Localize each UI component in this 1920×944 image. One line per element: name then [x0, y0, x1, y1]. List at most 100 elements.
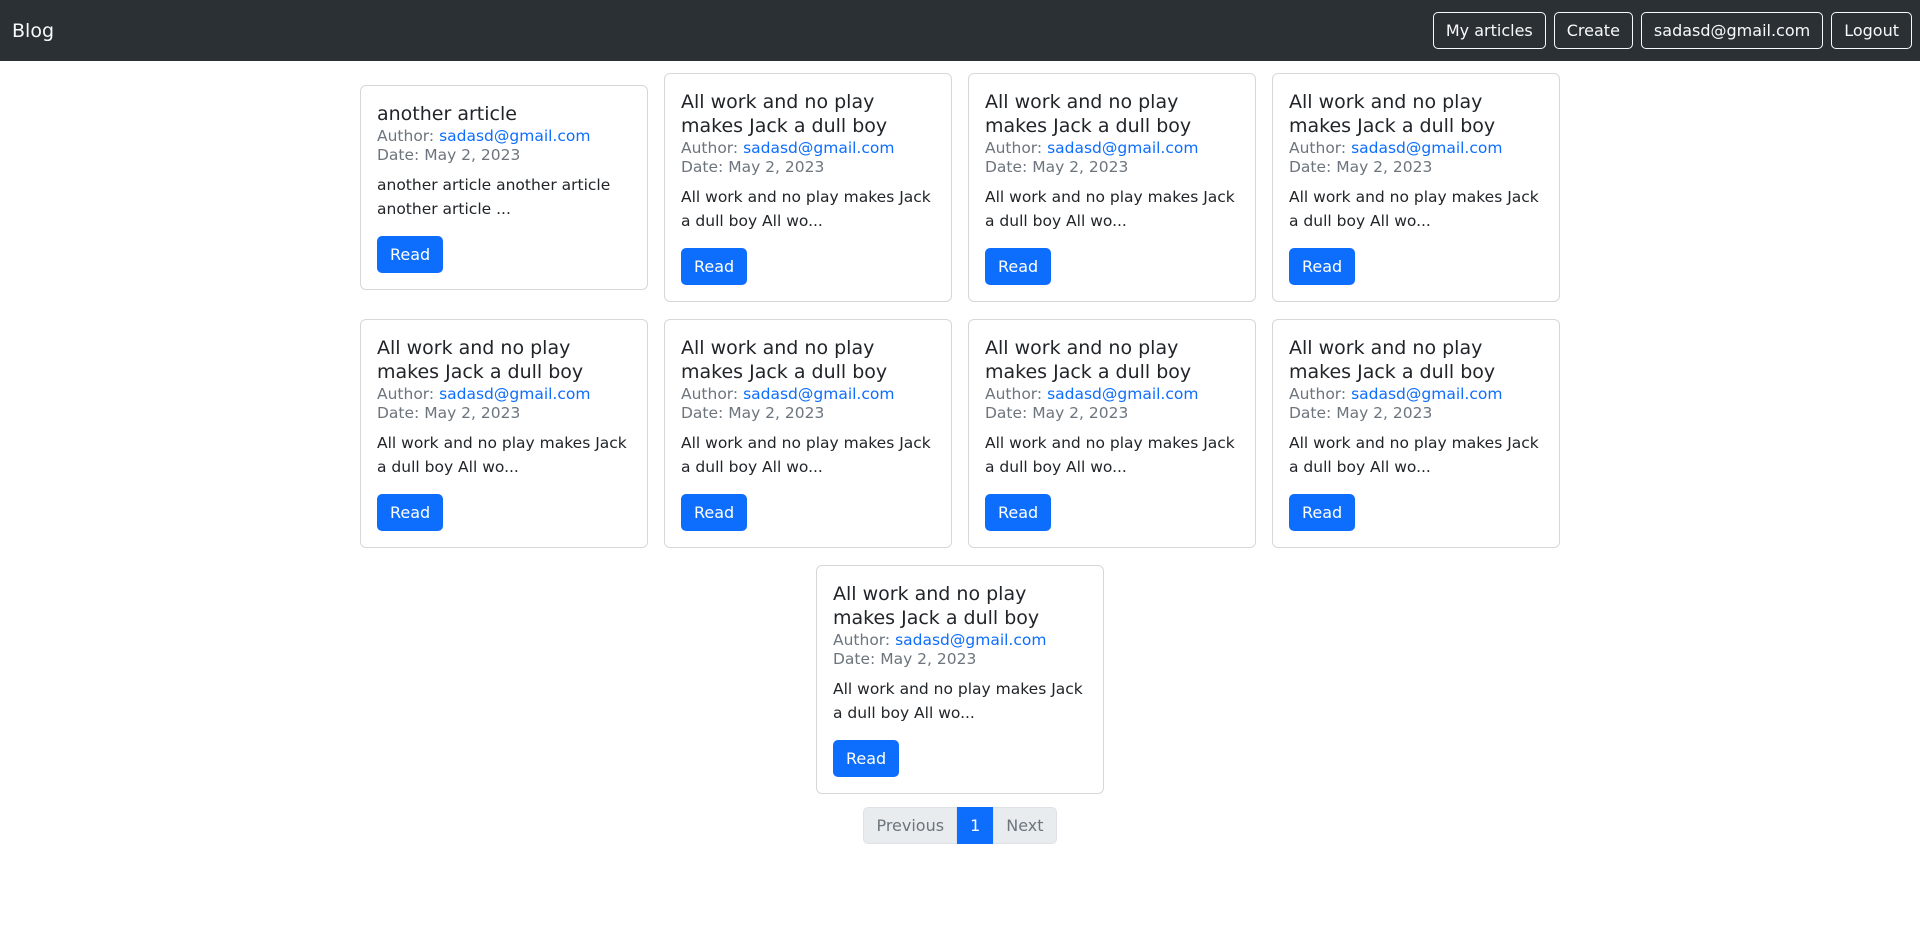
article-date: Date: May 2, 2023 [985, 404, 1239, 423]
author-label: Author: [833, 631, 896, 649]
author-link[interactable]: sadasd@gmail.com [743, 385, 894, 403]
date-label: Date: [833, 650, 881, 668]
author-link[interactable]: sadasd@gmail.com [439, 385, 590, 403]
read-button[interactable]: Read [833, 740, 900, 777]
author-link[interactable]: sadasd@gmail.com [1047, 385, 1198, 403]
date-label: Date: [985, 158, 1033, 176]
article-date: Date: May 2, 2023 [985, 158, 1239, 177]
date-value: May 2, 2023 [1032, 158, 1129, 176]
navbar: Blog My articles Create sadasd@gmail.com… [0, 0, 1920, 61]
create-button[interactable]: Create [1553, 12, 1633, 49]
author-label: Author: [1289, 385, 1352, 403]
date-label: Date: [1289, 158, 1337, 176]
author-label: Author: [985, 139, 1048, 157]
article-excerpt: All work and no play makes Jack a dull b… [681, 434, 931, 476]
date-label: Date: [681, 158, 729, 176]
date-value: May 2, 2023 [424, 146, 521, 164]
pagination: Previous 1 Next [360, 807, 1560, 844]
article-excerpt: All work and no play makes Jack a dull b… [985, 188, 1235, 230]
article-grid: another article Author: sadasd@gmail.com… [360, 61, 1560, 794]
author-link[interactable]: sadasd@gmail.com [439, 127, 590, 145]
article-excerpt: All work and no play makes Jack a dull b… [985, 434, 1235, 476]
read-button[interactable]: Read [681, 248, 748, 285]
article-author: Author: sadasd@gmail.com [681, 139, 935, 158]
article-card: All work and no play makes Jack a dull b… [1272, 73, 1560, 302]
author-label: Author: [681, 385, 744, 403]
read-button[interactable]: Read [681, 494, 748, 531]
date-value: May 2, 2023 [1032, 404, 1129, 422]
date-label: Date: [681, 404, 729, 422]
author-link[interactable]: sadasd@gmail.com [895, 631, 1046, 649]
article-title: All work and no play makes Jack a dull b… [1289, 91, 1496, 137]
date-value: May 2, 2023 [728, 158, 825, 176]
article-excerpt: All work and no play makes Jack a dull b… [833, 680, 1083, 722]
article-date: Date: May 2, 2023 [377, 404, 631, 423]
author-label: Author: [985, 385, 1048, 403]
article-author: Author: sadasd@gmail.com [1289, 385, 1543, 404]
article-title: All work and no play makes Jack a dull b… [681, 91, 888, 137]
article-title: All work and no play makes Jack a dull b… [681, 337, 888, 383]
nav-actions: My articles Create sadasd@gmail.com Logo… [1432, 12, 1912, 49]
article-title: another article [377, 103, 517, 125]
date-value: May 2, 2023 [880, 650, 977, 668]
article-title: All work and no play makes Jack a dull b… [985, 337, 1192, 383]
article-author: Author: sadasd@gmail.com [985, 139, 1239, 158]
date-label: Date: [377, 404, 425, 422]
pagination-next[interactable]: Next [993, 807, 1057, 844]
author-label: Author: [377, 385, 440, 403]
author-label: Author: [377, 127, 440, 145]
author-link[interactable]: sadasd@gmail.com [1351, 139, 1502, 157]
read-button[interactable]: Read [1289, 494, 1356, 531]
article-author: Author: sadasd@gmail.com [985, 385, 1239, 404]
article-author: Author: sadasd@gmail.com [1289, 139, 1543, 158]
user-email-button[interactable]: sadasd@gmail.com [1640, 12, 1824, 49]
date-value: May 2, 2023 [424, 404, 521, 422]
read-button[interactable]: Read [377, 494, 444, 531]
article-excerpt: All work and no play makes Jack a dull b… [681, 188, 931, 230]
article-excerpt: All work and no play makes Jack a dull b… [377, 434, 627, 476]
article-card: another article Author: sadasd@gmail.com… [360, 85, 648, 290]
article-card: All work and no play makes Jack a dull b… [968, 73, 1256, 302]
article-excerpt: another article another article another … [377, 176, 611, 218]
brand-link[interactable]: Blog [12, 20, 54, 42]
article-date: Date: May 2, 2023 [1289, 404, 1543, 423]
author-label: Author: [1289, 139, 1352, 157]
article-title: All work and no play makes Jack a dull b… [377, 337, 584, 383]
article-card: All work and no play makes Jack a dull b… [968, 319, 1256, 548]
article-author: Author: sadasd@gmail.com [377, 385, 631, 404]
date-label: Date: [1289, 404, 1337, 422]
article-title: All work and no play makes Jack a dull b… [1289, 337, 1496, 383]
article-author: Author: sadasd@gmail.com [833, 631, 1087, 650]
article-title: All work and no play makes Jack a dull b… [833, 583, 1040, 629]
date-value: May 2, 2023 [1336, 404, 1433, 422]
date-label: Date: [985, 404, 1033, 422]
article-card: All work and no play makes Jack a dull b… [816, 565, 1104, 794]
pagination-page-1[interactable]: 1 [957, 807, 994, 844]
article-excerpt: All work and no play makes Jack a dull b… [1289, 434, 1539, 476]
author-link[interactable]: sadasd@gmail.com [743, 139, 894, 157]
article-author: Author: sadasd@gmail.com [377, 127, 631, 146]
article-card: All work and no play makes Jack a dull b… [664, 319, 952, 548]
article-date: Date: May 2, 2023 [377, 146, 631, 165]
article-excerpt: All work and no play makes Jack a dull b… [1289, 188, 1539, 230]
article-date: Date: May 2, 2023 [1289, 158, 1543, 177]
date-label: Date: [377, 146, 425, 164]
read-button[interactable]: Read [377, 236, 444, 273]
main-content: another article Author: sadasd@gmail.com… [360, 61, 1560, 844]
article-title: All work and no play makes Jack a dull b… [985, 91, 1192, 137]
logout-button[interactable]: Logout [1831, 12, 1912, 49]
author-link[interactable]: sadasd@gmail.com [1047, 139, 1198, 157]
article-card: All work and no play makes Jack a dull b… [664, 73, 952, 302]
read-button[interactable]: Read [1289, 248, 1356, 285]
author-label: Author: [681, 139, 744, 157]
article-card: All work and no play makes Jack a dull b… [360, 319, 648, 548]
article-date: Date: May 2, 2023 [681, 404, 935, 423]
read-button[interactable]: Read [985, 494, 1052, 531]
read-button[interactable]: Read [985, 248, 1052, 285]
author-link[interactable]: sadasd@gmail.com [1351, 385, 1502, 403]
pagination-previous[interactable]: Previous [863, 807, 958, 844]
my-articles-button[interactable]: My articles [1432, 12, 1546, 49]
article-author: Author: sadasd@gmail.com [681, 385, 935, 404]
article-date: Date: May 2, 2023 [681, 158, 935, 177]
article-date: Date: May 2, 2023 [833, 650, 1087, 669]
